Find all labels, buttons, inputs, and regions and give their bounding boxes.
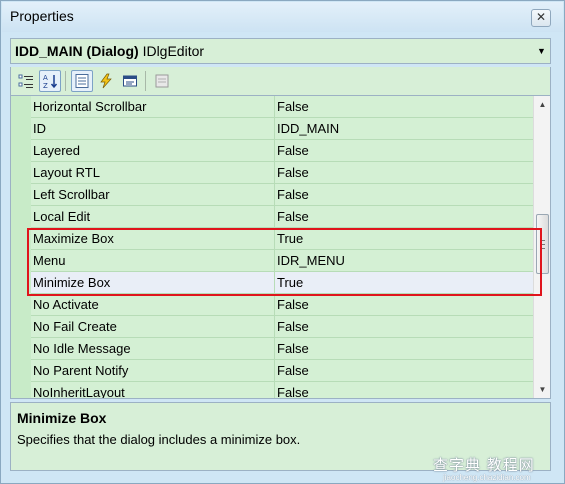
- property-value[interactable]: True: [277, 231, 303, 246]
- property-row[interactable]: Horizontal Scrollbar False: [31, 96, 533, 118]
- property-value[interactable]: False: [277, 143, 309, 158]
- property-name: Menu: [33, 253, 66, 268]
- property-value[interactable]: False: [277, 363, 309, 378]
- properties-button[interactable]: [71, 70, 93, 92]
- events-button[interactable]: [95, 70, 117, 92]
- property-name: No Activate: [33, 297, 99, 312]
- property-row[interactable]: Local Edit False: [31, 206, 533, 228]
- description-title: Minimize Box: [17, 410, 107, 426]
- property-value[interactable]: False: [277, 297, 309, 312]
- column-divider[interactable]: [274, 338, 275, 360]
- property-name: No Idle Message: [33, 341, 131, 356]
- property-value[interactable]: IDD_MAIN: [277, 121, 339, 136]
- column-divider[interactable]: [274, 162, 275, 184]
- watermark-url: jiaocheng.chazidian.com: [443, 473, 531, 482]
- property-value[interactable]: IDR_MENU: [277, 253, 345, 268]
- column-divider[interactable]: [274, 140, 275, 162]
- property-value[interactable]: False: [277, 319, 309, 334]
- properties-window: Properties ✕ IDD_MAIN (Dialog) IDlgEdito…: [0, 0, 565, 484]
- property-value[interactable]: False: [277, 187, 309, 202]
- alphabetical-button[interactable]: A Z: [39, 70, 61, 92]
- property-row[interactable]: NoInheritLayout False: [31, 382, 533, 399]
- property-name: Horizontal Scrollbar: [33, 99, 147, 114]
- column-divider[interactable]: [274, 294, 275, 316]
- object-selector-label: IDD_MAIN (Dialog) IDlgEditor: [15, 43, 204, 59]
- property-list: Horizontal Scrollbar False ID IDD_MAIN Layer…: [31, 96, 533, 398]
- column-divider[interactable]: [274, 118, 275, 140]
- property-value[interactable]: False: [277, 165, 309, 180]
- property-name: No Parent Notify: [33, 363, 129, 378]
- properties-icon: [75, 74, 89, 88]
- property-grid: Horizontal Scrollbar False ID IDD_MAIN Layer…: [10, 95, 551, 399]
- properties-toolbar: A Z: [10, 67, 551, 95]
- vertical-scrollbar[interactable]: ▲ ▼: [533, 96, 550, 398]
- column-divider[interactable]: [274, 96, 275, 118]
- property-name: Layered: [33, 143, 80, 158]
- property-pages-button[interactable]: [151, 70, 173, 92]
- property-name: Local Edit: [33, 209, 91, 224]
- property-row[interactable]: ID IDD_MAIN: [31, 118, 533, 140]
- column-divider[interactable]: [274, 206, 275, 228]
- property-row[interactable]: No Activate False: [31, 294, 533, 316]
- scrollbar-thumb[interactable]: [536, 214, 549, 274]
- property-name: No Fail Create: [33, 319, 117, 334]
- messages-button[interactable]: [119, 70, 141, 92]
- close-icon: ✕: [535, 10, 547, 24]
- property-value[interactable]: True: [277, 275, 303, 290]
- column-divider[interactable]: [274, 316, 275, 338]
- property-value[interactable]: False: [277, 99, 309, 114]
- property-name: ID: [33, 121, 46, 136]
- grid-gutter: [11, 96, 31, 398]
- scroll-up-icon[interactable]: ▲: [534, 96, 550, 113]
- categorized-icon: [18, 74, 33, 88]
- property-name: Left Scrollbar: [33, 187, 110, 202]
- toolbar-separator: [65, 71, 66, 91]
- property-row[interactable]: Layered False: [31, 140, 533, 162]
- alphabetical-icon: A Z: [43, 74, 58, 89]
- property-value[interactable]: False: [277, 209, 309, 224]
- grip-icon: [540, 240, 545, 249]
- property-name: NoInheritLayout: [33, 385, 125, 399]
- chevron-down-icon[interactable]: ▼: [533, 39, 550, 63]
- property-name: Maximize Box: [33, 231, 114, 246]
- property-row[interactable]: Maximize Box True: [31, 228, 533, 250]
- property-value[interactable]: False: [277, 385, 309, 398]
- column-divider[interactable]: [274, 382, 275, 398]
- property-row[interactable]: Layout RTL False: [31, 162, 533, 184]
- property-row[interactable]: No Idle Message False: [31, 338, 533, 360]
- property-name: Minimize Box: [33, 275, 111, 290]
- svg-text:A: A: [43, 74, 48, 82]
- object-name: IDD_MAIN (Dialog): [15, 43, 139, 59]
- description-text: Specifies that the dialog includes a min…: [17, 432, 301, 447]
- watermark-text: 查字典 教程网: [433, 456, 535, 474]
- property-row[interactable]: Left Scrollbar False: [31, 184, 533, 206]
- property-pages-icon: [155, 74, 169, 88]
- property-row[interactable]: Menu IDR_MENU: [31, 250, 533, 272]
- column-divider[interactable]: [274, 228, 275, 250]
- column-divider[interactable]: [274, 360, 275, 382]
- column-divider[interactable]: [274, 272, 275, 294]
- property-name: Layout RTL: [33, 165, 100, 180]
- categorized-button[interactable]: [15, 70, 37, 92]
- window-title: Properties: [10, 8, 74, 24]
- property-value[interactable]: False: [277, 341, 309, 356]
- title-bar: Properties ✕: [2, 2, 563, 32]
- column-divider[interactable]: [274, 250, 275, 272]
- property-row[interactable]: No Parent Notify False: [31, 360, 533, 382]
- toolbar-separator: [145, 71, 146, 91]
- close-button[interactable]: ✕: [531, 9, 551, 27]
- scroll-down-icon[interactable]: ▼: [534, 381, 550, 398]
- column-divider[interactable]: [274, 184, 275, 206]
- object-type: IDlgEditor: [142, 43, 205, 59]
- svg-text:Z: Z: [43, 82, 48, 89]
- messages-icon: [123, 75, 137, 87]
- watermark-logo: 查字典 教程网 jiaocheng.chazidian.com: [431, 453, 561, 483]
- property-row[interactable]: Minimize Box True: [31, 272, 533, 294]
- object-selector-dropdown[interactable]: IDD_MAIN (Dialog) IDlgEditor ▼: [10, 38, 551, 64]
- property-row[interactable]: No Fail Create False: [31, 316, 533, 338]
- lightning-icon: [100, 73, 112, 89]
